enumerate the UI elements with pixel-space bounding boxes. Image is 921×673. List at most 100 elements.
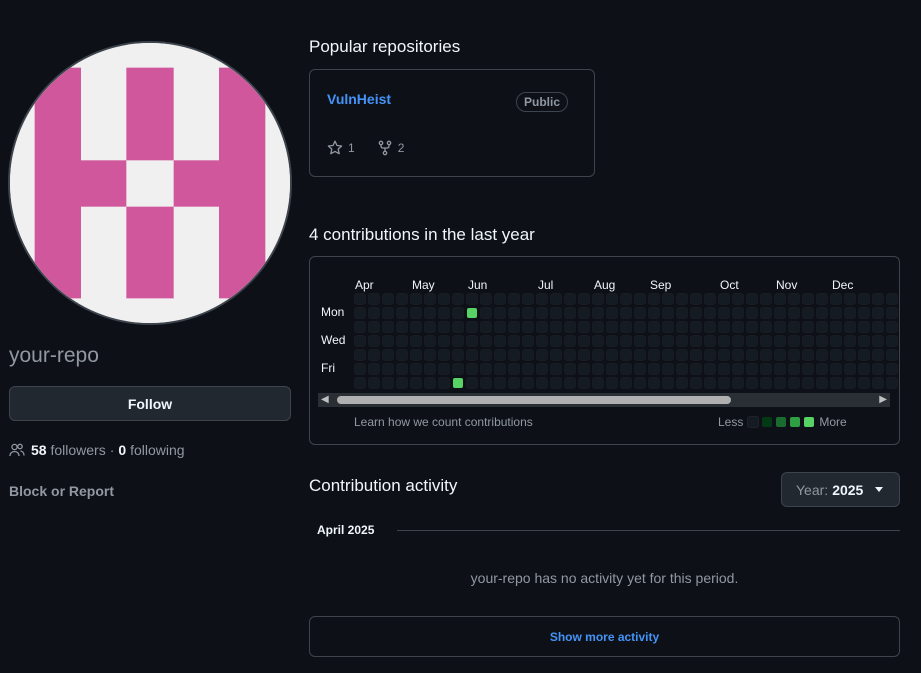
- contribution-day[interactable]: [802, 363, 814, 375]
- contribution-day[interactable]: [858, 321, 870, 333]
- contribution-day[interactable]: [662, 349, 674, 361]
- contribution-day[interactable]: [746, 307, 758, 319]
- contribution-day[interactable]: [438, 349, 450, 361]
- contribution-day[interactable]: [396, 363, 408, 375]
- contribution-day[interactable]: [858, 307, 870, 319]
- contribution-day[interactable]: [424, 293, 436, 305]
- contribution-day[interactable]: [508, 377, 520, 389]
- contribution-day[interactable]: [466, 349, 478, 361]
- contribution-day[interactable]: [732, 363, 744, 375]
- contribution-day[interactable]: [704, 293, 716, 305]
- contribution-day[interactable]: [410, 363, 422, 375]
- contribution-day[interactable]: [354, 335, 366, 347]
- contribution-day[interactable]: [802, 307, 814, 319]
- contribution-day[interactable]: [382, 335, 394, 347]
- contribution-day[interactable]: [536, 321, 548, 333]
- contribution-day[interactable]: [648, 349, 660, 361]
- contribution-day[interactable]: [634, 321, 646, 333]
- contribution-day[interactable]: [648, 363, 660, 375]
- contribution-day[interactable]: [564, 335, 576, 347]
- contribution-day[interactable]: [788, 349, 800, 361]
- contribution-day[interactable]: [494, 349, 506, 361]
- contribution-day[interactable]: [466, 377, 478, 389]
- contribution-day[interactable]: [676, 307, 688, 319]
- contribution-day[interactable]: [410, 307, 422, 319]
- contribution-day[interactable]: [592, 377, 604, 389]
- contribution-day[interactable]: [438, 307, 450, 319]
- contribution-day[interactable]: [774, 363, 786, 375]
- contribution-day[interactable]: [438, 335, 450, 347]
- contribution-day[interactable]: [718, 377, 730, 389]
- contribution-day[interactable]: [732, 293, 744, 305]
- contribution-day[interactable]: [704, 321, 716, 333]
- contribution-day[interactable]: [606, 321, 618, 333]
- contribution-day[interactable]: [453, 378, 463, 388]
- contribution-day[interactable]: [606, 377, 618, 389]
- contribution-day[interactable]: [886, 293, 898, 305]
- following-link[interactable]: 0 following: [118, 442, 184, 458]
- contribution-day[interactable]: [634, 363, 646, 375]
- contribution-day[interactable]: [858, 377, 870, 389]
- contribution-day[interactable]: [760, 377, 772, 389]
- contribution-day[interactable]: [662, 307, 674, 319]
- contribution-day[interactable]: [844, 307, 856, 319]
- contribution-day[interactable]: [508, 349, 520, 361]
- contribution-day[interactable]: [788, 335, 800, 347]
- contribution-day[interactable]: [802, 377, 814, 389]
- contribution-day[interactable]: [396, 293, 408, 305]
- contribution-day[interactable]: [872, 377, 884, 389]
- repo-name-link[interactable]: VulnHeist: [327, 91, 391, 107]
- contribution-day[interactable]: [508, 335, 520, 347]
- contribution-day[interactable]: [368, 377, 380, 389]
- contribution-day[interactable]: [606, 349, 618, 361]
- contribution-day[interactable]: [536, 349, 548, 361]
- contribution-day[interactable]: [368, 363, 380, 375]
- contribution-day[interactable]: [760, 349, 772, 361]
- contribution-day[interactable]: [410, 321, 422, 333]
- contribution-day[interactable]: [718, 335, 730, 347]
- contribution-day[interactable]: [830, 307, 842, 319]
- contribution-day[interactable]: [382, 293, 394, 305]
- contribution-day[interactable]: [858, 335, 870, 347]
- contribution-day[interactable]: [550, 335, 562, 347]
- contribution-day[interactable]: [746, 377, 758, 389]
- contribution-day[interactable]: [578, 335, 590, 347]
- contribution-day[interactable]: [578, 307, 590, 319]
- contribution-day[interactable]: [550, 377, 562, 389]
- forks-link[interactable]: 2: [377, 140, 404, 156]
- contribution-day[interactable]: [592, 349, 604, 361]
- contribution-day[interactable]: [620, 349, 632, 361]
- contribution-day[interactable]: [480, 363, 492, 375]
- contribution-day[interactable]: [508, 363, 520, 375]
- contribution-day[interactable]: [690, 293, 702, 305]
- contribution-day[interactable]: [662, 321, 674, 333]
- contribution-day[interactable]: [788, 321, 800, 333]
- contribution-day[interactable]: [564, 307, 576, 319]
- contribution-day[interactable]: [886, 363, 898, 375]
- contribution-day[interactable]: [354, 377, 366, 389]
- contribution-day[interactable]: [592, 363, 604, 375]
- contribution-day[interactable]: [830, 363, 842, 375]
- contribution-day[interactable]: [690, 321, 702, 333]
- contribution-day[interactable]: [452, 321, 464, 333]
- contribution-day[interactable]: [396, 335, 408, 347]
- contribution-day[interactable]: [522, 377, 534, 389]
- contribution-day[interactable]: [662, 377, 674, 389]
- contribution-day[interactable]: [732, 307, 744, 319]
- contribution-day[interactable]: [578, 293, 590, 305]
- contribution-day[interactable]: [396, 321, 408, 333]
- contribution-day[interactable]: [634, 293, 646, 305]
- contribution-day[interactable]: [844, 293, 856, 305]
- contribution-day[interactable]: [830, 335, 842, 347]
- contribution-day[interactable]: [452, 293, 464, 305]
- contribution-day[interactable]: [480, 307, 492, 319]
- scroll-left-icon[interactable]: ◀: [321, 393, 329, 407]
- contribution-day[interactable]: [830, 377, 842, 389]
- contribution-day[interactable]: [382, 349, 394, 361]
- contribution-day[interactable]: [522, 363, 534, 375]
- contribution-day[interactable]: [774, 335, 786, 347]
- contribution-day[interactable]: [368, 293, 380, 305]
- contribution-day[interactable]: [718, 321, 730, 333]
- contribution-day[interactable]: [858, 293, 870, 305]
- contribution-day[interactable]: [634, 377, 646, 389]
